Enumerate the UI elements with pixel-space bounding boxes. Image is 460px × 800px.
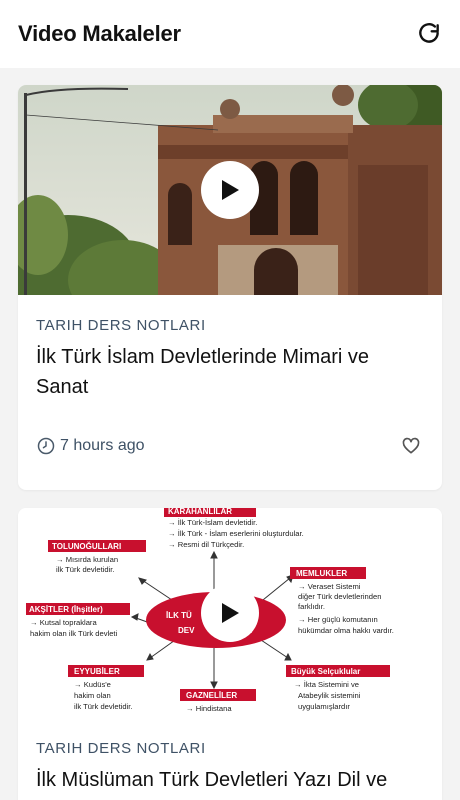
article-title[interactable]: İlk Türk İslam Devletlerinde Mimari ve S…	[36, 342, 424, 402]
node-tolunogullari-line: ilk Türk devletidir.	[56, 565, 115, 574]
refresh-button[interactable]	[414, 19, 444, 49]
play-icon	[222, 603, 239, 623]
diagram-center-line2: DEV	[178, 626, 195, 635]
node-eyyubiler-line: → Kudüs'e	[74, 680, 111, 689]
article-title[interactable]: İlk Müslüman Türk Devletleri Yazı Dil ve	[36, 765, 424, 795]
play-button[interactable]	[201, 584, 259, 642]
node-memlukler-label: MEMLUKLER	[296, 569, 347, 578]
node-buyuk-selcuklular-line: uygulamışlardır	[298, 702, 350, 711]
node-memlukler-line: farklıdır.	[298, 602, 325, 611]
node-memlukler-line: diğer Türk devletlerinden	[298, 592, 381, 601]
node-karahanlilar-line: → Resmi dil Türkçedir.	[168, 540, 244, 549]
node-tolunogullari-label: TOLUNOĞULLARI	[52, 542, 121, 551]
node-memlukler-line: → Her güçlü komutanın	[298, 615, 378, 624]
node-buyuk-selcuklular-line: → İkta Sistemini ve	[294, 680, 359, 689]
node-karahanlilar-line: → İlk Türk - İslam eserlerini oluşturdul…	[168, 529, 304, 538]
node-aksitler-line: → Kutsal topraklara	[30, 618, 97, 627]
article-meta: 7 hours ago	[36, 433, 424, 459]
timestamp-text: 7 hours ago	[60, 437, 145, 454]
play-icon	[222, 180, 239, 200]
video-article-feed[interactable]: TARIH DERS NOTLARI İlk Türk İslam Devlet…	[0, 68, 460, 800]
clock-icon	[37, 437, 55, 455]
article-category[interactable]: TARIH DERS NOTLARI	[36, 740, 424, 757]
node-tolunogullari-line: → Mısırda kurulan	[56, 555, 118, 564]
node-memlukler-line: hükümdar olma hakkı vardır.	[298, 626, 394, 635]
node-gazneliler-line: → Hindistana	[186, 704, 232, 713]
favorite-button[interactable]	[398, 433, 424, 459]
node-gazneliler-label: GAZNELİLER	[186, 691, 237, 700]
node-aksitler-label: AKŞİTLER (İhşitler)	[29, 605, 103, 614]
node-buyuk-selcuklular-label: Büyük Selçuklular	[291, 667, 360, 676]
article-body: TARIH DERS NOTLARI İlk Müslüman Türk Dev…	[18, 740, 442, 795]
node-memlukler-line: → Veraset Sistemi	[298, 582, 361, 591]
refresh-icon	[419, 23, 439, 43]
app-bar: Video Makaleler	[0, 0, 460, 68]
article-card[interactable]: TARIH DERS NOTLARI İlk Türk İslam Devlet…	[18, 85, 442, 490]
article-thumbnail[interactable]	[18, 85, 442, 295]
play-button[interactable]	[201, 161, 259, 219]
article-card[interactable]: İLK TÜ DEV İ İ KARAHANLILAR → İlk Türk-İ…	[18, 508, 442, 800]
article-timestamp: 7 hours ago	[36, 436, 145, 456]
node-aksitler-line: hakim olan ilk Türk devleti	[30, 629, 118, 638]
node-eyyubiler-line: ilk Türk devletidir.	[74, 702, 133, 711]
article-body: TARIH DERS NOTLARI İlk Türk İslam Devlet…	[18, 317, 442, 402]
node-eyyubiler-label: EYYUBİLER	[74, 667, 120, 676]
node-karahanlilar-label: KARAHANLILAR	[168, 508, 232, 516]
diagram-center-line1: İLK TÜ	[166, 611, 192, 620]
article-thumbnail[interactable]: İLK TÜ DEV İ İ KARAHANLILAR → İlk Türk-İ…	[18, 508, 442, 718]
page-title: Video Makaleler	[18, 21, 181, 46]
node-buyuk-selcuklular-line: Atabeylik sistemini	[298, 691, 361, 700]
article-category[interactable]: TARIH DERS NOTLARI	[36, 317, 424, 334]
node-karahanlilar-line: → İlk Türk-İslam devletidir.	[168, 518, 257, 527]
heart-icon	[402, 437, 420, 454]
node-eyyubiler-line: hakim olan	[74, 691, 111, 700]
